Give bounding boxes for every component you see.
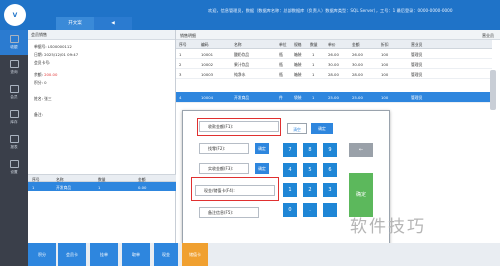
app-logo: V xyxy=(4,4,26,26)
key-2[interactable]: 2 xyxy=(303,183,317,197)
member-card-button[interactable]: 会员卡 xyxy=(58,243,86,266)
key-4[interactable]: 4 xyxy=(283,163,297,177)
highlight-box xyxy=(197,118,281,136)
sidebar-item-report[interactable]: 报表 xyxy=(0,130,28,155)
sidebar-item-query[interactable]: 查询 xyxy=(0,55,28,80)
key-dot[interactable]: . xyxy=(303,203,317,217)
action-bar: 积分 会员卡 挂单 取单 现金 储值卡 xyxy=(28,243,500,266)
user-info: 欢迎，信息管理员，数据（数据库名称：总部数据库（负责人）数据库类型：SQL Se… xyxy=(208,8,453,13)
key-0[interactable]: 0 xyxy=(283,203,297,217)
key-8[interactable]: 8 xyxy=(303,143,317,157)
key-5[interactable]: 5 xyxy=(303,163,317,177)
highlight-box xyxy=(191,177,279,201)
member-panel: 会员销售 单据号: LS00000112 日期: 2025/12/01 09:4… xyxy=(28,30,176,266)
hold-order-button[interactable]: 挂单 xyxy=(90,243,118,266)
field-name: 姓名: 张三 xyxy=(34,96,52,101)
search-icon xyxy=(9,60,19,68)
points-button[interactable]: 积分 xyxy=(28,243,56,266)
sales-detail-header: 销售明细 营业员 xyxy=(176,30,500,40)
sales-table-header: 序号 编码 名称 单位 规格 数量 单价 金额 折扣 营业员 xyxy=(176,40,492,49)
field-points: 积分: 0 xyxy=(34,80,47,85)
key-confirm[interactable]: 确定 xyxy=(349,173,373,217)
field-actual-amount[interactable]: 实收金额(F3): xyxy=(199,163,249,174)
table-row[interactable]: 1 10001 酸奶饮品瓶箱装 1 26.00 26.00 100 管理员 xyxy=(176,49,492,59)
settings-icon xyxy=(9,160,19,168)
key-7[interactable]: 7 xyxy=(283,143,297,157)
sidebar-item-settings[interactable]: 设置 xyxy=(0,155,28,180)
sidebar-item-inventory[interactable]: 库存 xyxy=(0,105,28,130)
member-grid-row[interactable]: 1 开发商品 1 0.00 xyxy=(28,182,176,191)
sidebar-item-member[interactable]: 会员 xyxy=(0,80,28,105)
cash-button[interactable]: 现金 xyxy=(154,243,178,266)
tab-sales[interactable]: 开文案 xyxy=(56,17,94,30)
table-scrollbar[interactable] xyxy=(490,70,496,110)
key-3[interactable]: 3 xyxy=(323,183,337,197)
key-6[interactable]: 6 xyxy=(323,163,337,177)
clear-button[interactable]: 清空 xyxy=(287,123,307,134)
key-9[interactable]: 9 xyxy=(323,143,337,157)
field-remark-info[interactable]: 备注信息(F5): xyxy=(199,207,259,218)
key-backspace[interactable]: ← xyxy=(349,143,373,157)
field-date: 日期: 2025/12/01 09:47 xyxy=(34,52,79,57)
field-balance: 余额: 200.00 xyxy=(34,72,58,77)
field-remark[interactable]: 备注: xyxy=(34,112,43,118)
key-blank[interactable] xyxy=(323,203,337,217)
sidebar-item-cashier[interactable]: 收银 xyxy=(0,30,28,55)
field-card-no[interactable]: 会员卡号: xyxy=(34,60,50,66)
key-1[interactable]: 1 xyxy=(283,183,297,197)
watermark: 软件技巧 xyxy=(350,217,426,237)
table-row-selected[interactable]: 4 10004 开发商品件袋装 1 25.00 25.00 100 管理员 xyxy=(176,92,492,103)
member-panel-title: 会员销售 xyxy=(28,30,175,40)
table-row[interactable]: 2 10002 果汁饮品瓶箱装 1 30.00 30.00 100 管理员 xyxy=(176,59,492,69)
change-button[interactable]: 确定 xyxy=(255,143,269,154)
field-order-no: 单据号: LS00000112 xyxy=(34,44,72,49)
member-icon xyxy=(9,85,19,93)
top-bar: V 开文案 ◀ 欢迎，信息管理员，数据（数据库名称：总部数据库（负责人）数据库类… xyxy=(0,0,500,30)
confirm-small-button[interactable]: 确定 xyxy=(311,123,333,134)
inventory-icon xyxy=(9,110,19,118)
stored-card-button[interactable]: 储值卡 xyxy=(182,243,208,266)
retrieve-order-button[interactable]: 取单 xyxy=(122,243,150,266)
report-icon xyxy=(9,135,19,143)
sidebar: 收银 查询 会员 库存 报表 设置 xyxy=(0,30,28,266)
tab-back[interactable]: ◀ xyxy=(94,17,132,30)
table-row[interactable]: 3 10003 纯净水瓶箱装 1 28.00 28.00 100 管理员 xyxy=(176,69,492,79)
actual-button[interactable]: 确定 xyxy=(255,163,269,174)
cashier-icon xyxy=(9,35,19,43)
member-grid-header: 序号 名称 数量 金额 xyxy=(28,174,176,182)
field-change[interactable]: 找零(F2): xyxy=(199,143,249,154)
